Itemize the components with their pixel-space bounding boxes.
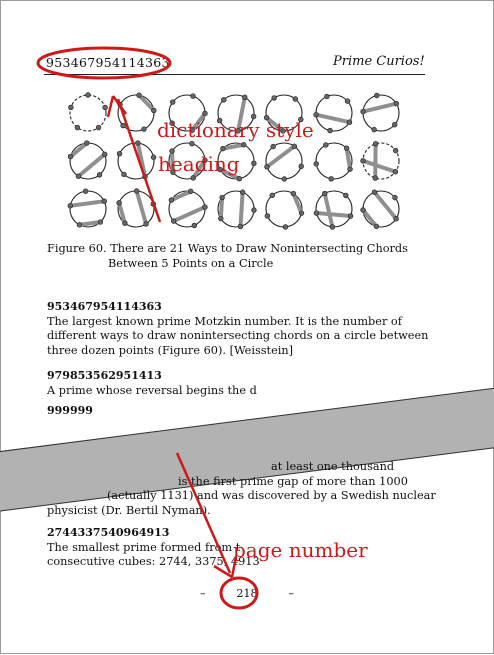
heading-arrow-shaft — [116, 98, 162, 223]
annotation-dictionary-style: dictionary style — [157, 118, 314, 142]
annotation-heading: heading — [158, 152, 240, 176]
heading-circle — [36, 46, 172, 80]
annotation-page-number: page number — [233, 538, 368, 562]
page-number-circle — [219, 576, 259, 610]
page-arrow-shaft — [175, 452, 232, 574]
